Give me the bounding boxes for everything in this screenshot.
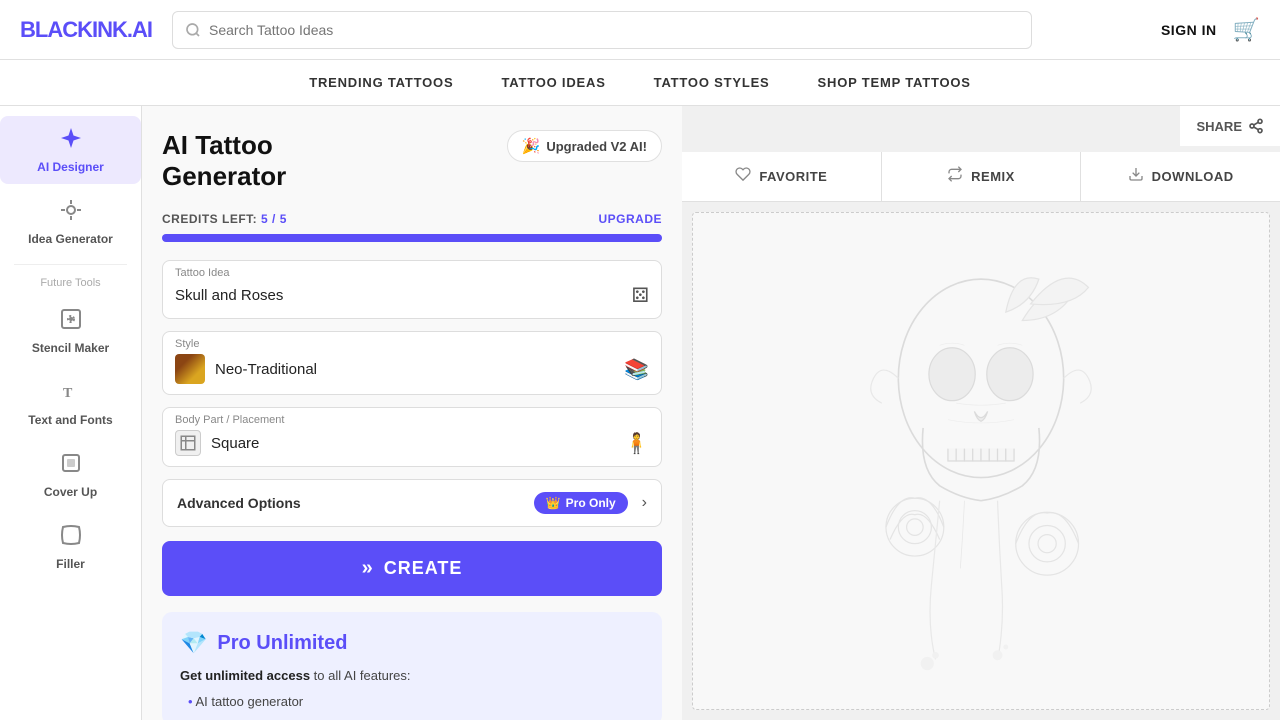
style-thumbnail (175, 354, 205, 384)
advanced-options-row[interactable]: Advanced Options 👑 Pro Only › (162, 479, 662, 527)
page-title: AI Tattoo Generator (162, 130, 286, 192)
ai-designer-icon (59, 126, 83, 156)
sign-in-button[interactable]: SIGN IN (1161, 22, 1217, 38)
credits-label: CREDITS LEFT: 5 / 5 (162, 212, 287, 226)
party-icon: 🎉 (522, 137, 541, 155)
sidebar: AI Designer Idea Generator Future Tools … (0, 106, 142, 720)
sidebar-label-text-fonts: Text and Fonts (28, 413, 112, 427)
favorite-button[interactable]: FAVORITE (682, 152, 882, 201)
nav-trending[interactable]: TRENDING TATTOOS (305, 75, 457, 90)
download-button[interactable]: DOWNLOAD (1081, 152, 1280, 201)
sidebar-label-ai-designer: AI Designer (37, 160, 104, 174)
body-picker-icon[interactable]: 🧍 (624, 431, 649, 456)
progress-bar-fill (162, 234, 662, 242)
logo: BLACKINK.AI (20, 17, 152, 43)
style-value: Neo-Traditional (215, 361, 317, 378)
tattoo-canvas (692, 212, 1270, 710)
main-nav: TRENDING TATTOOS TATTOO IDEAS TATTOO STY… (0, 60, 1280, 106)
heart-icon (735, 166, 751, 187)
right-panel: SHARE FAVORITE REMIX (682, 106, 1280, 720)
idea-generator-icon (59, 198, 83, 228)
sidebar-item-filler[interactable]: Filler (0, 513, 141, 581)
body-part-field[interactable]: Body Part / Placement Square 🧍 (162, 407, 662, 467)
cart-icon[interactable]: 🛒 (1233, 17, 1260, 43)
sidebar-label-stencil-maker: Stencil Maker (32, 341, 109, 355)
body-part-thumbnail (175, 430, 201, 456)
cover-up-icon (59, 451, 83, 481)
remix-icon (947, 166, 963, 187)
create-chevrons-icon: » (362, 557, 374, 580)
create-button[interactable]: » CREATE (162, 541, 662, 596)
text-fonts-icon: T (59, 379, 83, 409)
pro-card-desc: Get unlimited access to all AI features: (180, 666, 644, 686)
nav-shop[interactable]: SHOP TEMP TATTOOS (814, 75, 975, 90)
svg-text:T: T (63, 386, 73, 401)
credits-value: 5 / 5 (261, 212, 287, 226)
pro-card-title: Pro Unlimited (217, 632, 347, 655)
share-button[interactable]: SHARE (1180, 106, 1280, 146)
style-label: Style (175, 338, 649, 350)
action-bar: FAVORITE REMIX DOWNLOAD (682, 152, 1280, 202)
future-tools-label: Future Tools (32, 273, 108, 293)
pro-unlimited-card: 💎 Pro Unlimited Get unlimited access to … (162, 612, 662, 720)
pro-crown-icon: 👑 (546, 496, 561, 510)
pro-card-features: AI tattoo generator (180, 692, 644, 711)
sidebar-item-stencil-maker[interactable]: Stencil Maker (0, 297, 141, 365)
tattoo-idea-field[interactable]: Tattoo Idea ⚄ (162, 260, 662, 319)
sidebar-label-cover-up: Cover Up (44, 485, 97, 499)
style-picker-icon[interactable]: 📚 (624, 357, 649, 382)
advanced-options-label: Advanced Options (177, 495, 301, 511)
sidebar-divider (14, 264, 127, 265)
style-field[interactable]: Style Neo-Traditional 📚 (162, 331, 662, 395)
sidebar-label-filler: Filler (56, 557, 85, 571)
pro-only-badge: 👑 Pro Only (534, 492, 628, 514)
sidebar-item-text-fonts[interactable]: T Text and Fonts (0, 369, 141, 437)
tattoo-idea-label: Tattoo Idea (175, 267, 649, 279)
search-icon (185, 22, 201, 38)
sidebar-item-cover-up[interactable]: Cover Up (0, 441, 141, 509)
search-input[interactable] (209, 22, 1019, 38)
download-icon (1128, 166, 1144, 187)
sidebar-item-ai-designer[interactable]: AI Designer (0, 116, 141, 184)
search-bar[interactable] (172, 11, 1032, 49)
body-part-value: Square (211, 435, 259, 452)
share-icon (1248, 118, 1264, 134)
upgrade-button[interactable]: UPGRADE (598, 212, 662, 226)
sidebar-label-idea-generator: Idea Generator (28, 232, 113, 246)
dice-icon[interactable]: ⚄ (632, 283, 649, 308)
nav-ideas[interactable]: TATTOO IDEAS (497, 75, 609, 90)
sidebar-item-idea-generator[interactable]: Idea Generator (0, 188, 141, 256)
stencil-maker-icon (59, 307, 83, 337)
chevron-down-icon: › (642, 494, 647, 512)
left-panel: AI Tattoo Generator 🎉 Upgraded V2 AI! CR… (142, 106, 682, 720)
body-part-label: Body Part / Placement (175, 414, 649, 426)
remix-button[interactable]: REMIX (882, 152, 1082, 201)
tattoo-idea-input[interactable] (175, 287, 632, 304)
nav-styles[interactable]: TATTOO STYLES (650, 75, 774, 90)
v2-badge[interactable]: 🎉 Upgraded V2 AI! (507, 130, 662, 162)
pro-feature-item: AI tattoo generator (188, 692, 644, 711)
tattoo-image (693, 213, 1269, 709)
credits-progress-bar (162, 234, 662, 242)
pro-card-icon: 💎 (180, 630, 207, 656)
filler-icon (59, 523, 83, 553)
